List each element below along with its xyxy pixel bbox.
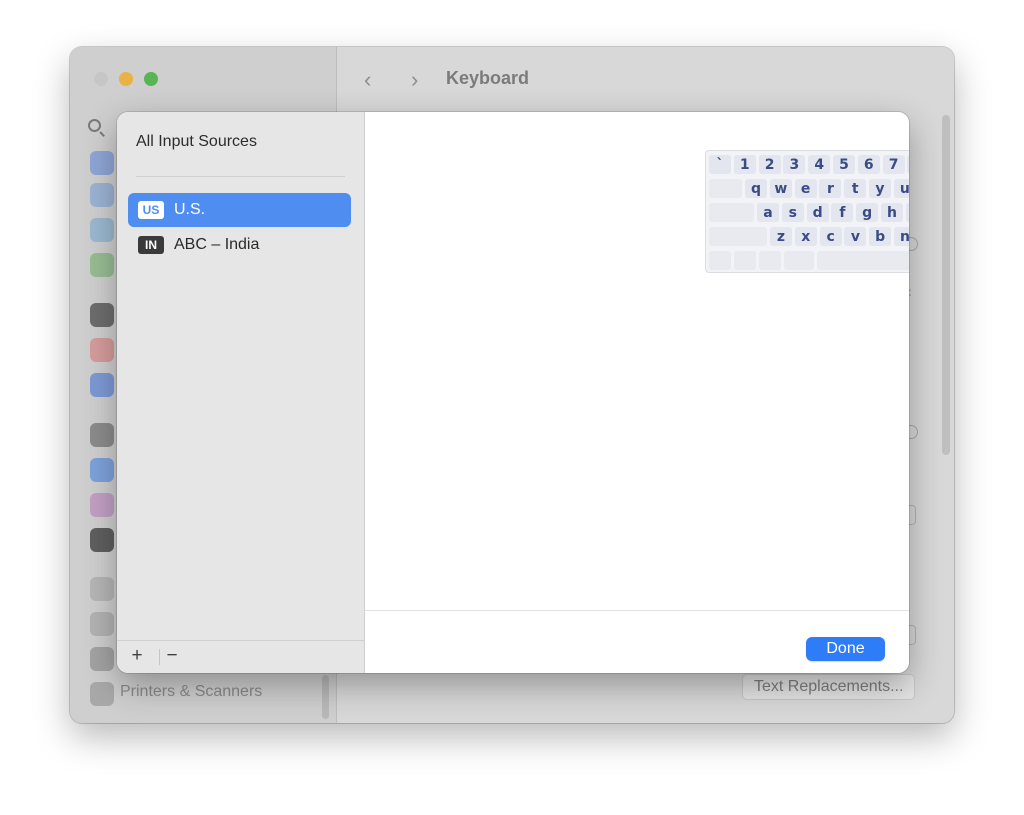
key: d [806,203,829,222]
sidebar-scrollbar[interactable] [322,675,329,719]
key: ` [709,155,731,174]
main-scrollbar[interactable] [942,115,950,455]
key: 8 [907,155,909,174]
divider [136,176,345,177]
key: 1 [733,155,756,174]
blank-key [709,203,754,222]
sidebar-icon[interactable] [90,218,114,242]
key: r [819,179,842,198]
remove-icon[interactable]: − [160,645,184,667]
sources-footer: + − [117,640,364,673]
close-window-button[interactable] [94,72,108,86]
blank-key [709,179,742,198]
sources-title: All Input Sources [136,133,257,150]
key: y [869,179,891,198]
keyboard-row: `1234567890-= [709,155,909,174]
blank-key [817,251,909,270]
keyboard-layout-preview: `1234567890-= qwertyuiop[]\ asdfghjkl;' zxc… [705,150,909,273]
key: g [856,203,879,222]
keyboard-preview-pane: `1234567890-= qwertyuiop[]\ asdfghjkl;' zxc… [365,112,909,611]
source-label: U.S. [174,201,206,218]
keyboard-row: asdfghjkl;' [709,203,909,222]
key: 3 [783,155,806,174]
add-icon[interactable]: + [125,645,149,667]
source-badge: IN [138,236,164,254]
sidebar-icon[interactable] [90,151,114,175]
done-button[interactable]: Done [806,637,885,661]
sidebar-item-printers-scanners[interactable]: Printers & Scanners [120,683,262,701]
source-item-us[interactable]: US U.S. [128,193,351,227]
key: e [794,179,817,198]
passwords-icon[interactable] [90,423,114,447]
source-badge: US [138,201,164,219]
sidebar-icon[interactable] [90,183,114,207]
input-sources-list-pane: All Input Sources US U.S. IN ABC – India… [117,112,365,673]
blank-key [759,251,781,270]
wallet-icon[interactable] [90,528,114,552]
blank-key [734,251,756,270]
search-icon[interactable] [88,119,101,132]
minimize-window-button[interactable] [119,72,133,86]
key: b [869,227,892,246]
blank-key [709,251,731,270]
zoom-window-button[interactable] [144,72,158,86]
key: q [745,179,767,198]
key: h [881,203,903,222]
key: f [831,203,854,222]
keyboard-row: qwertyuiop[]\ [709,179,909,198]
key: s [781,203,804,222]
internet-accounts-icon[interactable] [90,458,114,482]
window-title: Keyboard [446,68,530,88]
forward-chevron-icon[interactable]: › [411,67,418,93]
key: a [757,203,779,222]
key: w [769,179,792,198]
source-item-abc-india[interactable]: IN ABC – India [128,228,351,262]
text-replacements-button[interactable]: Text Replacements... [742,674,916,700]
keyboard-row: zxcvbnm,./ [709,227,909,246]
key: z [770,227,792,246]
fingerprint-icon[interactable] [90,338,114,362]
key: 7 [882,155,905,174]
source-label: ABC – India [174,236,260,253]
key: u [893,179,909,198]
key: t [844,179,867,198]
key: 5 [833,155,855,174]
printer-icon [90,682,114,706]
key: x [794,227,817,246]
sheet-bottom-bar: Done [365,610,909,673]
blank-key [709,227,767,246]
blank-key [784,251,814,270]
key: 6 [857,155,880,174]
key: c [819,227,842,246]
key: 2 [758,155,781,174]
mouse-icon[interactable] [90,612,114,636]
lock-icon[interactable] [90,303,114,327]
key: n [894,227,909,246]
key: v [844,227,867,246]
key: 4 [808,155,831,174]
game-center-icon[interactable] [90,493,114,517]
users-icon[interactable] [90,373,114,397]
keyboard-icon[interactable] [90,577,114,601]
trackpad-icon[interactable] [90,647,114,671]
input-sources-sheet: All Input Sources US U.S. IN ABC – India… [117,112,909,673]
key: j [905,203,909,222]
battery-icon[interactable] [90,253,114,277]
back-chevron-icon[interactable]: ‹ [364,67,371,93]
